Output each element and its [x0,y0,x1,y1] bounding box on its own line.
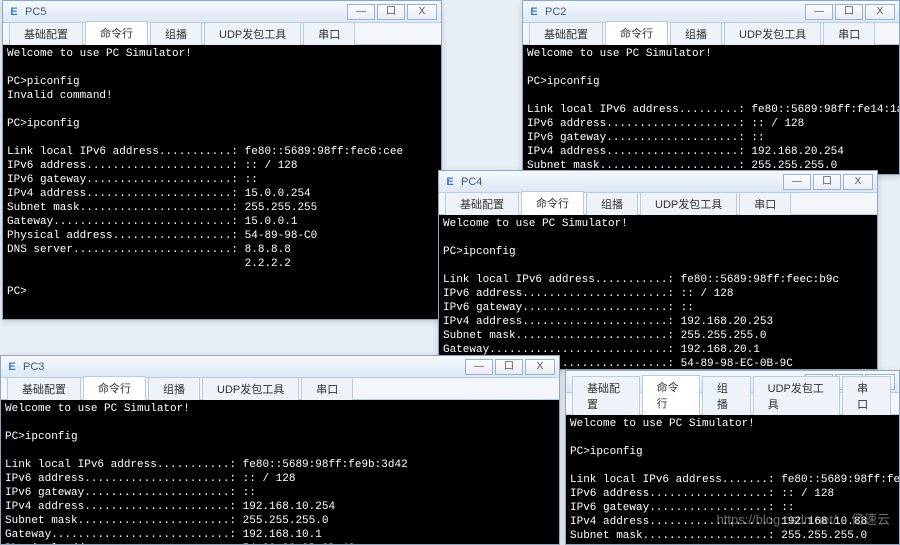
maximize-button[interactable]: 口 [835,4,863,20]
tab-udp[interactable]: UDP发包工具 [640,192,737,215]
tab-mcast[interactable]: 组播 [702,376,751,415]
tab-serial[interactable]: 串口 [739,192,791,215]
tab-mcast[interactable]: 组播 [148,377,200,400]
tab-udp[interactable]: UDP发包工具 [753,376,841,415]
window-title: PC4 [461,176,781,188]
window-pc4: E PC4 — 口 X 基础配置 命令行 组播 UDP发包工具 串口 Welco… [438,170,878,370]
titlebar[interactable]: E PC2 — 口 X [523,1,899,23]
tab-serial[interactable]: 串口 [301,377,353,400]
tab-cmd[interactable]: 命令行 [642,375,700,415]
maximize-button[interactable]: 口 [495,359,523,375]
tab-cmd[interactable]: 命令行 [605,21,668,45]
terminal-output[interactable]: Welcome to use PC Simulator! PC>ipconfig… [1,400,559,544]
minimize-button[interactable]: — [465,359,493,375]
window-pc1: E PC1 — 口 X 基础配置 命令行 组播 UDP发包工具 串口 Welco… [565,370,900,545]
window-title: PC5 [25,6,345,18]
titlebar[interactable]: E PC3 — 口 X [1,356,559,378]
window-pc3: E PC3 — 口 X 基础配置 命令行 组播 UDP发包工具 串口 Welco… [0,355,560,545]
tab-bar: 基础配置 命令行 组播 UDP发包工具 串口 [566,393,899,415]
app-icon: E [7,5,21,19]
tab-mcast[interactable]: 组播 [150,22,202,45]
window-pc2: E PC2 — 口 X 基础配置 命令行 组播 UDP发包工具 串口 Welco… [522,0,900,175]
terminal-output[interactable]: Welcome to use PC Simulator! PC>ipconfig… [523,45,899,174]
tab-serial[interactable]: 串口 [303,22,355,45]
terminal-output[interactable]: Welcome to use PC Simulator! PC>ipconfig… [439,215,877,369]
terminal-output[interactable]: Welcome to use PC Simulator! PC>ipconfig… [566,415,899,544]
titlebar[interactable]: E PC4 — 口 X [439,171,877,193]
close-button[interactable]: X [843,174,873,190]
tab-mcast[interactable]: 组播 [586,192,638,215]
tab-cmd[interactable]: 命令行 [521,191,584,215]
tab-mcast[interactable]: 组播 [670,22,722,45]
minimize-button[interactable]: — [783,174,811,190]
minimize-button[interactable]: — [805,4,833,20]
tab-basic[interactable]: 基础配置 [572,376,640,415]
titlebar[interactable]: E PC5 — 口 X [3,1,441,23]
maximize-button[interactable]: 口 [813,174,841,190]
tab-udp[interactable]: UDP发包工具 [202,377,299,400]
window-title: PC3 [23,361,463,373]
tab-basic[interactable]: 基础配置 [445,192,519,215]
close-button[interactable]: X [407,4,437,20]
tab-cmd[interactable]: 命令行 [85,21,148,45]
app-icon: E [5,360,19,374]
tab-udp[interactable]: UDP发包工具 [724,22,821,45]
tab-bar: 基础配置 命令行 组播 UDP发包工具 串口 [3,23,441,45]
tab-basic[interactable]: 基础配置 [7,377,81,400]
tab-serial[interactable]: 串口 [823,22,875,45]
window-pc5: E PC5 — 口 X 基础配置 命令行 组播 UDP发包工具 串口 Welco… [2,0,442,320]
tab-cmd[interactable]: 命令行 [83,376,146,400]
window-title: PC2 [545,6,803,18]
tab-bar: 基础配置 命令行 组播 UDP发包工具 串口 [439,193,877,215]
tab-udp[interactable]: UDP发包工具 [204,22,301,45]
tab-basic[interactable]: 基础配置 [529,22,603,45]
minimize-button[interactable]: — [347,4,375,20]
terminal-output[interactable]: Welcome to use PC Simulator! PC>piconfig… [3,45,441,319]
maximize-button[interactable]: 口 [377,4,405,20]
tab-serial[interactable]: 串口 [842,376,891,415]
tab-basic[interactable]: 基础配置 [9,22,83,45]
close-button[interactable]: X [525,359,555,375]
close-button[interactable]: X [865,4,895,20]
tab-bar: 基础配置 命令行 组播 UDP发包工具 串口 [523,23,899,45]
app-icon: E [443,175,457,189]
tab-bar: 基础配置 命令行 组播 UDP发包工具 串口 [1,378,559,400]
app-icon: E [527,5,541,19]
